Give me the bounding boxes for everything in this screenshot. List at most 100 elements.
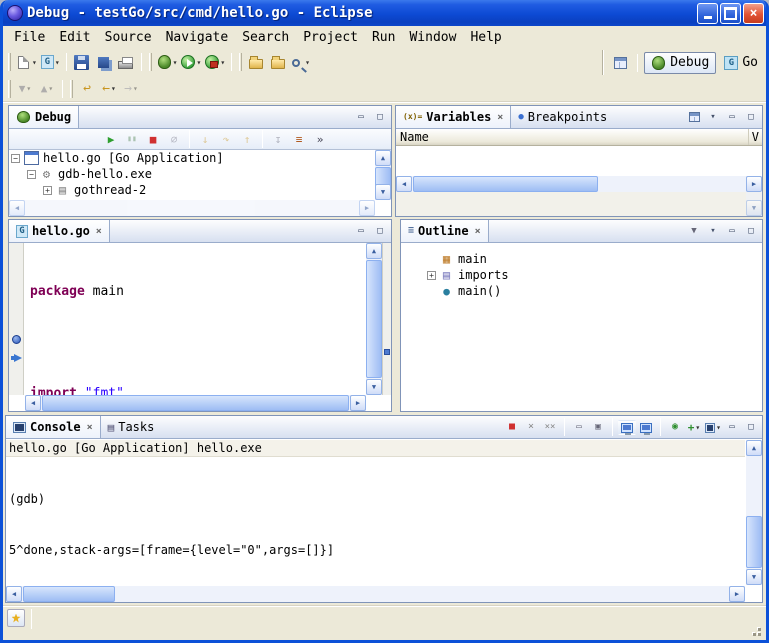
outline-tab-close-icon[interactable]: × [475, 226, 481, 237]
scroll-up-button[interactable]: ▲ [366, 243, 382, 259]
open-console-button[interactable]: ▾ [704, 420, 722, 435]
last-edit-location-button[interactable]: ↩ [76, 78, 98, 100]
toolbar-grip[interactable] [239, 53, 242, 71]
terminate-button[interactable]: ■ [143, 130, 163, 149]
toolbar-grip[interactable] [70, 80, 73, 98]
disconnect-button[interactable]: ⌀ [164, 130, 184, 149]
open-console-dropdown[interactable]: ▾ [716, 423, 721, 432]
scroll-left-button[interactable]: ◀ [6, 586, 22, 602]
new-go-file-dropdown[interactable]: ▾ [55, 58, 60, 67]
scroll-down-button[interactable]: ▼ [375, 184, 391, 200]
menu-edit[interactable]: Edit [52, 28, 97, 47]
scroll-left-button[interactable]: ◀ [396, 176, 412, 192]
editor-text-area[interactable]: package main import "fmt" func main() { … [25, 243, 366, 395]
terminate-console-button[interactable]: ■ [503, 420, 521, 435]
debug-toolbar-overflow-button[interactable]: » [310, 130, 330, 149]
collapse-expander-icon[interactable]: − [27, 170, 36, 179]
editor-maximize-button[interactable]: □ [371, 224, 389, 239]
menu-navigate[interactable]: Navigate [159, 28, 236, 47]
variables-table-area[interactable] [396, 146, 762, 176]
search-dropdown[interactable]: ▾ [305, 58, 310, 67]
forward-dropdown[interactable]: ▾ [133, 84, 138, 93]
use-step-filters-button[interactable]: ≡ [289, 130, 309, 149]
scroll-right-button[interactable]: ▶ [746, 176, 762, 192]
column-value[interactable]: V [748, 129, 762, 145]
step-into-button[interactable]: ↓ [195, 130, 215, 149]
expand-expander-icon[interactable]: + [43, 186, 52, 195]
variables-tab-close-icon[interactable]: × [497, 112, 503, 123]
console-text-area[interactable]: (gdb) 5^done,stack-args=[frame={level="0… [6, 457, 745, 585]
outline-view-minimize-button[interactable]: ▭ [723, 224, 741, 239]
scroll-up-button[interactable]: ▲ [375, 150, 391, 166]
window-maximize-button[interactable] [720, 3, 741, 24]
next-annotation-button[interactable]: ▼▾ [14, 78, 36, 100]
scroll-right-button[interactable]: ▶ [359, 200, 375, 216]
breakpoint-marker-icon[interactable] [12, 335, 21, 344]
menu-window[interactable]: Window [402, 28, 463, 47]
pin-console-button[interactable]: ◉ [666, 420, 684, 435]
outline-row-main-package[interactable]: ▦ main [425, 251, 762, 267]
new-wizard-button[interactable]: ▾ [14, 51, 39, 73]
collapse-expander-icon[interactable]: − [11, 154, 20, 163]
drop-to-frame-button[interactable]: ↧ [268, 130, 288, 149]
tab-outline[interactable]: ≡ Outline × [401, 220, 489, 242]
new-go-file-button[interactable]: G▾ [39, 51, 62, 73]
window-close-button[interactable]: × [743, 3, 764, 24]
menu-run[interactable]: Run [365, 28, 402, 47]
variables-view-minimize-button[interactable]: ▭ [723, 110, 741, 125]
external-tools-dropdown[interactable]: ▾ [220, 58, 225, 67]
scroll-down-button[interactable]: ▼ [746, 569, 762, 585]
run-launch-button[interactable]: ▾ [179, 51, 203, 73]
clear-console-button[interactable]: ▭ [570, 420, 588, 435]
tab-console[interactable]: Console × [6, 416, 101, 438]
tab-breakpoints[interactable]: ● Breakpoints [511, 106, 614, 128]
console-view-minimize-button[interactable]: ▭ [723, 420, 741, 435]
step-over-button[interactable]: ↷ [216, 130, 236, 149]
menu-help[interactable]: Help [463, 28, 508, 47]
perspective-go-button[interactable]: G Go [718, 52, 764, 74]
next-annotation-dropdown[interactable]: ▾ [26, 84, 31, 93]
scrollbar-thumb[interactable] [42, 395, 349, 411]
open-perspective-button[interactable] [609, 52, 631, 74]
back-dropdown[interactable]: ▾ [111, 84, 116, 93]
save-all-button[interactable] [93, 51, 115, 73]
scrollbar-thumb[interactable] [746, 516, 762, 568]
tab-debug[interactable]: Debug [9, 106, 79, 128]
previous-annotation-dropdown[interactable]: ▾ [48, 84, 53, 93]
console-view-maximize-button[interactable]: □ [742, 420, 760, 435]
tab-hello-go[interactable]: G hello.go × [9, 220, 110, 242]
scrollbar-thumb[interactable] [413, 176, 598, 192]
show-stderr-button[interactable] [637, 420, 655, 435]
fast-view-button[interactable] [7, 609, 25, 627]
toolbar-grip[interactable] [8, 80, 11, 98]
suspend-button[interactable]: ▮▮ [122, 130, 142, 149]
print-button[interactable] [115, 51, 137, 73]
external-tools-button[interactable]: ▾ [203, 51, 227, 73]
scroll-left-button[interactable]: ◀ [25, 395, 41, 411]
toolbar-grip[interactable] [149, 53, 152, 71]
debug-tree-row-process[interactable]: − ⚙ gdb-hello.exe [9, 166, 375, 182]
outline-row-imports[interactable]: + ▤ imports [425, 267, 762, 283]
step-return-button[interactable]: ↑ [237, 130, 257, 149]
editor-marker-ruler[interactable] [9, 243, 24, 395]
remove-launch-button[interactable]: × [522, 420, 540, 435]
display-console-dropdown[interactable]: ▾ [695, 423, 700, 432]
outline-sort-button[interactable]: ▼ [685, 224, 703, 239]
resume-button[interactable]: ▶ [101, 130, 121, 149]
debug-launch-button[interactable]: ▾ [155, 51, 180, 73]
titlebar[interactable]: Debug - testGo/src/cmd/hello.go - Eclips… [0, 0, 769, 26]
scrollbar-thumb[interactable] [23, 586, 115, 602]
scroll-up-button[interactable]: ▲ [746, 440, 762, 456]
overview-ruler[interactable] [382, 243, 391, 395]
variables-view-maximize-button[interactable]: □ [742, 110, 760, 125]
outline-view-menu-button[interactable]: ▾ [704, 224, 722, 239]
debug-view-minimize-button[interactable]: ▭ [352, 110, 370, 125]
menu-source[interactable]: Source [98, 28, 159, 47]
overview-current-line-marker[interactable] [384, 349, 390, 355]
debug-tree-row-launch[interactable]: − hello.go [Go Application] [9, 150, 375, 166]
forward-button[interactable]: →▾ [120, 78, 142, 100]
display-selected-console-button[interactable]: +▾ [685, 420, 703, 435]
column-name[interactable]: Name [400, 130, 429, 144]
show-stdout-button[interactable] [618, 420, 636, 435]
back-button[interactable]: ←▾ [98, 78, 120, 100]
